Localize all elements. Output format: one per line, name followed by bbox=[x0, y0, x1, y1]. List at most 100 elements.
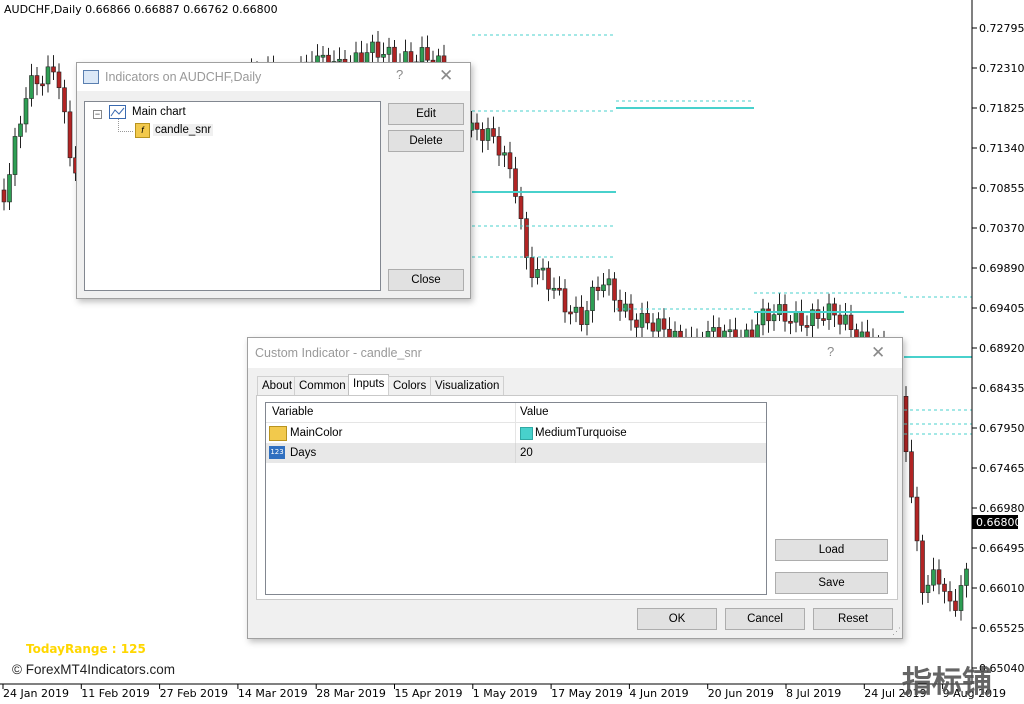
edit-button[interactable]: Edit bbox=[388, 103, 464, 125]
candle-body bbox=[788, 320, 793, 324]
custom-indicator-icon: f bbox=[135, 123, 150, 138]
candle-body bbox=[18, 123, 23, 137]
date-tick-label: 24 Jan 2019 bbox=[3, 687, 69, 700]
candle-body bbox=[491, 128, 496, 137]
close-icon[interactable]: ✕ bbox=[439, 66, 453, 86]
candle-body bbox=[386, 46, 392, 55]
close-button[interactable]: Close bbox=[388, 269, 464, 291]
tab-inputs[interactable]: Inputs bbox=[348, 374, 390, 396]
candle-body bbox=[964, 568, 969, 586]
candle-body bbox=[628, 303, 634, 321]
candle-body bbox=[480, 129, 485, 141]
indicator-tree[interactable]: − Main chart f candle_snr bbox=[84, 101, 381, 291]
price-tick-label: 0.70855 bbox=[979, 182, 1024, 195]
candle-body bbox=[45, 66, 51, 85]
candle-body bbox=[606, 278, 612, 286]
variable-value[interactable]: MediumTurquoise bbox=[535, 427, 627, 439]
ok-button[interactable]: OK bbox=[637, 608, 717, 630]
candle-body bbox=[485, 128, 491, 141]
delete-button[interactable]: Delete bbox=[388, 130, 464, 152]
candle-body bbox=[595, 286, 601, 291]
candle-body bbox=[947, 591, 953, 602]
candle-body bbox=[34, 75, 40, 85]
candle-body bbox=[573, 306, 579, 313]
candle-body bbox=[711, 327, 716, 332]
candle-body bbox=[639, 313, 645, 328]
tree-child-label[interactable]: candle_snr bbox=[153, 124, 214, 136]
candle-body bbox=[419, 47, 425, 63]
table-row[interactable]: 123 Days 20 bbox=[266, 443, 766, 463]
candle-body bbox=[425, 47, 430, 61]
column-header-variable[interactable]: Variable bbox=[272, 406, 313, 418]
table-row[interactable]: MainColor MediumTurquoise bbox=[266, 423, 766, 443]
candle-body bbox=[557, 287, 562, 291]
close-icon[interactable]: ✕ bbox=[871, 343, 885, 363]
candle-body bbox=[12, 136, 18, 175]
candle-body bbox=[799, 311, 804, 326]
price-tick-label: 0.71340 bbox=[979, 142, 1024, 155]
candle-body bbox=[375, 41, 381, 58]
candle-body bbox=[540, 267, 546, 271]
candle-body bbox=[23, 98, 29, 125]
candle-body bbox=[29, 75, 34, 99]
column-header-value[interactable]: Value bbox=[520, 406, 549, 418]
tab-about[interactable]: About bbox=[257, 376, 298, 396]
candle-body bbox=[727, 329, 733, 333]
candle-body bbox=[848, 314, 854, 330]
price-tick-label: 0.68920 bbox=[979, 342, 1024, 355]
custom-dialog-titlebar[interactable]: Custom Indicator - candle_snr ? ✕ bbox=[248, 338, 902, 368]
price-tick-label: 0.67465 bbox=[979, 462, 1024, 475]
candle-body bbox=[579, 306, 584, 325]
candle-body bbox=[562, 288, 568, 313]
inputs-table[interactable]: Variable Value MainColor MediumTurquoise… bbox=[265, 402, 767, 595]
candle-body bbox=[793, 311, 799, 323]
column-divider bbox=[515, 443, 516, 463]
date-tick-label: 17 May 2019 bbox=[551, 687, 623, 700]
tab-common[interactable]: Common bbox=[294, 376, 351, 396]
candle-body bbox=[931, 569, 936, 586]
tab-colors[interactable]: Colors bbox=[388, 376, 432, 396]
price-tick-label: 0.69890 bbox=[979, 262, 1024, 275]
column-divider bbox=[515, 423, 516, 443]
tab-visualization[interactable]: Visualization bbox=[430, 376, 505, 396]
candle-body bbox=[502, 152, 507, 156]
candle-body bbox=[645, 313, 650, 324]
candle-body bbox=[936, 569, 942, 585]
candle-body bbox=[590, 286, 595, 311]
variable-value[interactable]: 20 bbox=[520, 447, 533, 459]
candle-body bbox=[832, 303, 837, 316]
date-tick-label: 1 May 2019 bbox=[473, 687, 538, 700]
candle-body bbox=[777, 304, 782, 316]
cancel-button[interactable]: Cancel bbox=[725, 608, 805, 630]
column-divider bbox=[515, 403, 516, 422]
indicators-dialog-titlebar[interactable]: Indicators on AUDCHF,Daily ? ✕ bbox=[77, 63, 470, 91]
candle-body bbox=[601, 284, 606, 291]
date-tick-label: 27 Feb 2019 bbox=[160, 687, 228, 700]
watermark-text: © ForexMT4Indicators.com bbox=[12, 662, 175, 677]
reset-button[interactable]: Reset bbox=[813, 608, 893, 630]
load-button[interactable]: Load bbox=[775, 539, 888, 561]
resize-grip-icon[interactable]: ⋰ bbox=[892, 626, 901, 637]
candle-body bbox=[617, 299, 623, 312]
candle-body bbox=[51, 66, 56, 73]
candle-body bbox=[56, 71, 62, 89]
corner-logo: 指标铺 bbox=[902, 665, 992, 700]
candle-body bbox=[612, 278, 617, 301]
candle-body bbox=[40, 83, 45, 87]
candle-body bbox=[920, 540, 925, 593]
save-button[interactable]: Save bbox=[775, 572, 888, 594]
candle-body bbox=[661, 318, 667, 330]
collapse-icon[interactable]: − bbox=[93, 110, 102, 119]
tree-root-label[interactable]: Main chart bbox=[132, 106, 186, 118]
candle-body bbox=[370, 41, 375, 53]
help-icon[interactable]: ? bbox=[396, 67, 403, 82]
candle-body bbox=[914, 496, 920, 542]
color-param-icon bbox=[269, 426, 287, 441]
help-icon[interactable]: ? bbox=[827, 344, 834, 359]
candle-body bbox=[958, 585, 964, 611]
indicators-dialog: Indicators on AUDCHF,Daily ? ✕ − Main ch… bbox=[76, 62, 471, 299]
candle-body bbox=[584, 310, 590, 325]
candle-body bbox=[623, 303, 628, 312]
variable-name: MainColor bbox=[290, 427, 343, 439]
candle-body bbox=[766, 308, 771, 322]
